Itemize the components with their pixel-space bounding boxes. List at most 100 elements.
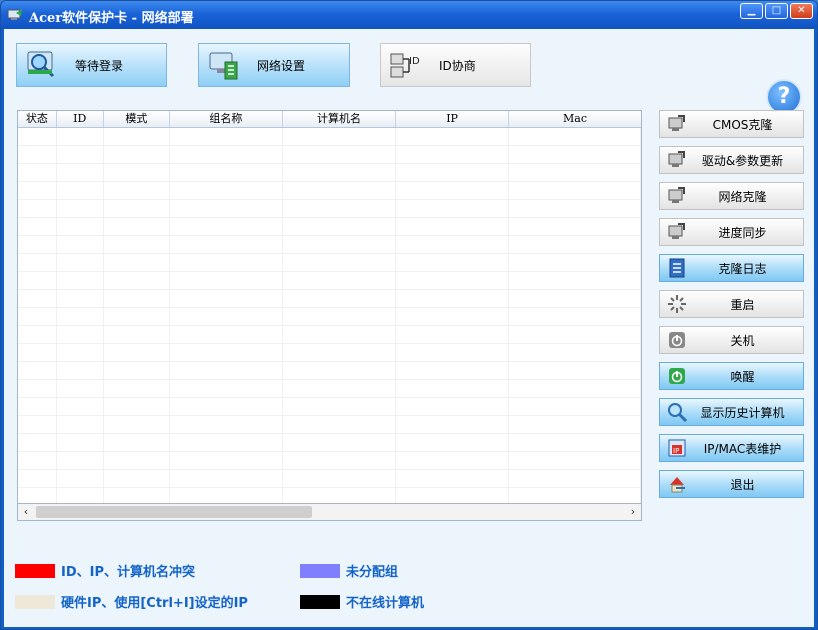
column-header-computer-name[interactable]: 计算机名 [283, 111, 397, 127]
table-cell [396, 344, 510, 361]
scroll-thumb[interactable] [36, 506, 312, 518]
legend-conflict: ID、IP、计算机名冲突 [15, 561, 195, 580]
side-button-4[interactable]: 进度同步 [659, 218, 804, 246]
network-computer-icon [209, 52, 238, 80]
side-button-5[interactable]: 克隆日志 [659, 254, 804, 282]
table-cell [509, 290, 641, 307]
side-button-7[interactable]: 关机 [659, 326, 804, 354]
table-cell [170, 290, 283, 307]
table-row[interactable] [18, 344, 641, 362]
horizontal-scrollbar[interactable]: ‹ › [17, 504, 642, 521]
title-bar[interactable]: Acer软件保护卡 - 网络部署 ▁ □ ✕ [1, 1, 817, 29]
table-cell [283, 164, 396, 181]
table-row[interactable] [18, 218, 641, 236]
table-cell [57, 218, 104, 235]
table-cell [396, 452, 510, 469]
table-cell [170, 236, 283, 253]
table-row[interactable] [18, 146, 641, 164]
table-row[interactable] [18, 326, 641, 344]
app-icon [7, 9, 22, 20]
table-cell [104, 434, 170, 451]
table-row[interactable] [18, 164, 641, 182]
table-cell [18, 488, 57, 503]
side-button-10[interactable]: IP IP/MAC表维护 [659, 434, 804, 462]
side-button-8[interactable]: 唤醒 [659, 362, 804, 390]
side-button-1[interactable]: CMOS克隆 [659, 110, 804, 138]
table-row[interactable] [18, 236, 641, 254]
side-button-11[interactable]: 退出 [659, 470, 804, 498]
column-header-group[interactable]: 组名称 [170, 111, 283, 127]
table-cell [509, 254, 641, 271]
id-network-icon: ID [390, 53, 420, 78]
column-header-id[interactable]: ID [57, 111, 104, 127]
table-row[interactable] [18, 398, 641, 416]
side-button-3[interactable]: 网络克隆 [659, 182, 804, 210]
table-cell [509, 200, 641, 217]
table-cell [283, 416, 396, 433]
table-row[interactable] [18, 308, 641, 326]
side-button-9[interactable]: 显示历史计算机 [659, 398, 804, 426]
scroll-right-icon[interactable]: › [625, 504, 641, 520]
legend-swatch-beige [15, 594, 55, 609]
computer-table[interactable]: 状态 ID 模式 组名称 计算机名 IP Mac [17, 110, 642, 504]
restart-icon [668, 295, 686, 313]
table-row[interactable] [18, 128, 641, 146]
table-row[interactable] [18, 254, 641, 272]
table-cell [283, 470, 396, 487]
table-cell [396, 236, 510, 253]
side-button-2[interactable]: 驱动&参数更新 [659, 146, 804, 174]
table-row[interactable] [18, 488, 641, 503]
table-cell [396, 326, 510, 343]
side-button-label: IP/MAC表维护 [703, 441, 782, 456]
network-settings-button[interactable]: 网络设置 [198, 43, 350, 87]
table-cell [104, 290, 170, 307]
table-row[interactable] [18, 416, 641, 434]
table-cell [104, 164, 170, 181]
table-cell [104, 488, 170, 503]
table-cell [170, 416, 283, 433]
table-row[interactable] [18, 362, 641, 380]
table-row[interactable] [18, 380, 641, 398]
id-negotiation-button[interactable]: ID ID协商 [380, 43, 531, 87]
maximize-button[interactable]: □ [765, 3, 788, 19]
legend-label: 不在线计算机 [346, 596, 425, 611]
table-cell [18, 290, 57, 307]
table-row[interactable] [18, 452, 641, 470]
column-header-ip[interactable]: IP [396, 111, 510, 127]
table-row[interactable] [18, 290, 641, 308]
table-cell [283, 488, 396, 503]
main-window: Acer软件保护卡 - 网络部署 ▁ □ ✕ 等待登录 网络设置 ID ID协商… [0, 0, 818, 630]
table-cell [57, 452, 104, 469]
table-row[interactable] [18, 272, 641, 290]
side-button-6[interactable]: 重启 [659, 290, 804, 318]
table-cell [283, 272, 396, 289]
table-cell [104, 326, 170, 343]
column-header-mode[interactable]: 模式 [104, 111, 170, 127]
scroll-left-icon[interactable]: ‹ [18, 504, 34, 520]
side-button-label: 关机 [730, 333, 755, 348]
column-header-status[interactable]: 状态 [18, 111, 57, 127]
column-header-mac[interactable]: Mac [509, 111, 641, 127]
table-cell [283, 380, 396, 397]
table-row[interactable] [18, 470, 641, 488]
table-cell [283, 236, 396, 253]
table-cell [283, 128, 396, 145]
table-row[interactable] [18, 182, 641, 200]
legend-swatch-black [300, 594, 340, 609]
table-cell [18, 308, 57, 325]
minimize-button[interactable]: ▁ [740, 3, 763, 19]
table-cell [57, 164, 104, 181]
table-cell [509, 308, 641, 325]
table-cell [396, 398, 510, 415]
table-cell [18, 254, 57, 271]
table-cell [396, 272, 510, 289]
wait-login-button[interactable]: 等待登录 [16, 43, 167, 87]
table-cell [170, 164, 283, 181]
table-cell [170, 380, 283, 397]
table-cell [104, 236, 170, 253]
table-cell [396, 488, 510, 503]
table-row[interactable] [18, 200, 641, 218]
close-button[interactable]: ✕ [790, 3, 813, 19]
table-cell [18, 128, 57, 145]
table-row[interactable] [18, 434, 641, 452]
